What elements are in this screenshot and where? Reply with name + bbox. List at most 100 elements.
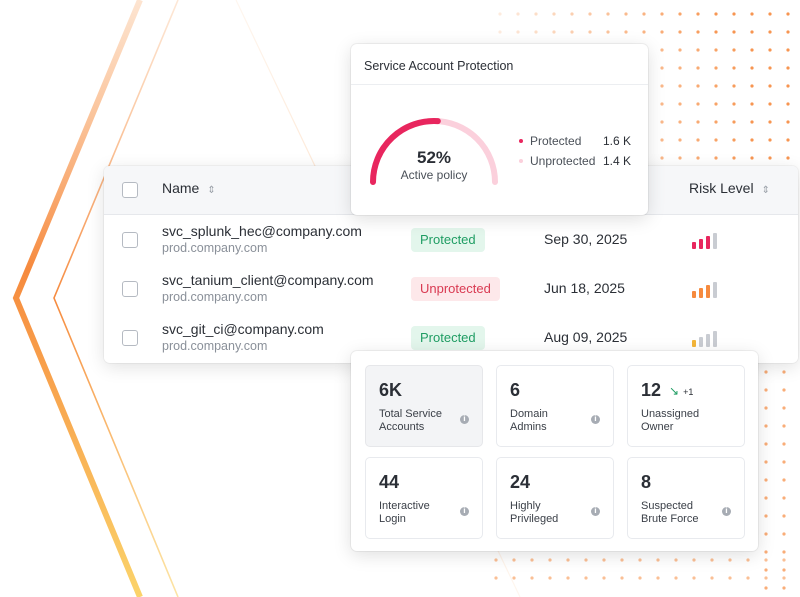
risk-level-medium bbox=[692, 278, 724, 298]
gauge-percent: 52% bbox=[416, 148, 452, 167]
stat-tile-interactive-login[interactable]: 44 Interactive Login i bbox=[365, 457, 483, 539]
decor-dot bbox=[746, 558, 750, 562]
row-checkbox[interactable] bbox=[122, 232, 138, 248]
decor-dot bbox=[768, 30, 772, 34]
decor-dot bbox=[678, 84, 682, 88]
decor-dot bbox=[638, 558, 642, 562]
decor-dot bbox=[692, 576, 696, 580]
table-row[interactable]: svc_tanium_client@company.com prod.compa… bbox=[104, 264, 798, 314]
decor-dot bbox=[552, 30, 556, 34]
risk-bar bbox=[706, 334, 710, 347]
stat-tile-domain-admins[interactable]: 6 Domain Admins i bbox=[496, 365, 614, 447]
column-header-risk[interactable]: Risk Level ⇕ bbox=[689, 180, 770, 196]
decor-dot bbox=[786, 48, 790, 52]
row-checkbox[interactable] bbox=[122, 281, 138, 297]
decor-dot bbox=[786, 156, 790, 160]
stat-value: 6K bbox=[379, 380, 403, 400]
stat-value: 6 bbox=[510, 380, 521, 400]
decor-dot bbox=[588, 30, 592, 34]
decor-dot bbox=[782, 388, 786, 392]
decor-dot bbox=[764, 478, 768, 482]
risk-bar bbox=[713, 282, 717, 298]
decor-dot bbox=[674, 576, 678, 580]
decor-dot bbox=[732, 102, 736, 106]
decor-dot bbox=[606, 12, 610, 16]
column-header-risk-label: Risk Level bbox=[689, 180, 754, 196]
decor-dot bbox=[548, 558, 552, 562]
decor-dot bbox=[696, 138, 700, 142]
decor-dot bbox=[750, 156, 754, 160]
decor-dot bbox=[530, 576, 534, 580]
decor-dot bbox=[728, 576, 732, 580]
decor-dot bbox=[782, 514, 786, 518]
risk-level-high bbox=[692, 229, 724, 249]
status-badge: Protected bbox=[411, 326, 485, 350]
decor-dot bbox=[696, 84, 700, 88]
account-name: svc_splunk_hec@company.com bbox=[162, 223, 362, 239]
info-icon[interactable]: i bbox=[591, 415, 600, 424]
decor-dot bbox=[696, 66, 700, 70]
decor-dot bbox=[498, 12, 502, 16]
decor-dot bbox=[602, 576, 606, 580]
decor-dot bbox=[494, 558, 498, 562]
decor-dot bbox=[570, 12, 574, 16]
decor-dot bbox=[548, 576, 552, 580]
decor-dot bbox=[786, 84, 790, 88]
decor-dot bbox=[786, 66, 790, 70]
decor-dot bbox=[750, 12, 754, 16]
info-icon[interactable]: i bbox=[591, 507, 600, 516]
table-row[interactable]: svc_splunk_hec@company.com prod.company.… bbox=[104, 215, 798, 265]
legend-dot bbox=[519, 158, 523, 163]
status-badge: Unprotected bbox=[411, 277, 500, 301]
decor-dot bbox=[732, 156, 736, 160]
decor-dot bbox=[714, 120, 718, 124]
sort-icon[interactable]: ⇕ bbox=[207, 185, 215, 196]
decor-dot bbox=[620, 576, 624, 580]
account-name: svc_tanium_client@company.com bbox=[162, 272, 374, 288]
decor-dot bbox=[768, 66, 772, 70]
row-checkbox[interactable] bbox=[122, 330, 138, 346]
decor-dot bbox=[764, 568, 768, 572]
decor-dot bbox=[678, 66, 682, 70]
decor-dot bbox=[782, 558, 786, 562]
stat-tile-unassigned-owner[interactable]: 12 ↘ +1 Unassigned Owner bbox=[627, 365, 745, 447]
decor-dot bbox=[656, 576, 660, 580]
decor-dot bbox=[678, 138, 682, 142]
status-badge: Protected bbox=[411, 228, 485, 252]
decor-dot bbox=[516, 30, 520, 34]
decor-dot bbox=[764, 558, 768, 562]
stat-tile-highly-privileged[interactable]: 24 Highly Privileged i bbox=[496, 457, 614, 539]
legend-label: Unprotected bbox=[530, 154, 596, 168]
decor-dot bbox=[606, 30, 610, 34]
decor-dot bbox=[512, 558, 516, 562]
info-icon[interactable]: i bbox=[460, 415, 469, 424]
risk-bar bbox=[713, 331, 717, 347]
decor-dot bbox=[768, 102, 772, 106]
decor-dot bbox=[714, 66, 718, 70]
decor-dot bbox=[696, 156, 700, 160]
column-header-name[interactable]: Name ⇕ bbox=[162, 180, 216, 196]
protection-summary-card: Service Account Protection 52% Active po… bbox=[351, 44, 648, 215]
decor-dot bbox=[530, 558, 534, 562]
decor-dot bbox=[732, 84, 736, 88]
gauge-label: Active policy bbox=[400, 168, 468, 182]
info-icon[interactable]: i bbox=[722, 507, 731, 516]
info-icon[interactable]: i bbox=[460, 507, 469, 516]
decor-dot bbox=[764, 370, 768, 374]
decor-dot bbox=[660, 30, 664, 34]
decor-dot bbox=[620, 558, 624, 562]
decor-dot bbox=[750, 84, 754, 88]
decor-dot bbox=[584, 576, 588, 580]
decor-dot bbox=[782, 478, 786, 482]
stat-tile-total-service-accounts[interactable]: 6K Total Service Accounts i bbox=[365, 365, 483, 447]
decor-dot bbox=[782, 568, 786, 572]
decor-dot bbox=[750, 66, 754, 70]
decor-dot bbox=[782, 424, 786, 428]
select-all-checkbox[interactable] bbox=[122, 182, 138, 198]
decor-dot bbox=[710, 576, 714, 580]
sort-icon[interactable]: ⇕ bbox=[762, 185, 770, 196]
decor-dot bbox=[714, 30, 718, 34]
last-activity-date: Jun 18, 2025 bbox=[544, 280, 625, 296]
stat-tile-suspected-brute-force[interactable]: 8 Suspected Brute Force i bbox=[627, 457, 745, 539]
decor-dot bbox=[786, 12, 790, 16]
